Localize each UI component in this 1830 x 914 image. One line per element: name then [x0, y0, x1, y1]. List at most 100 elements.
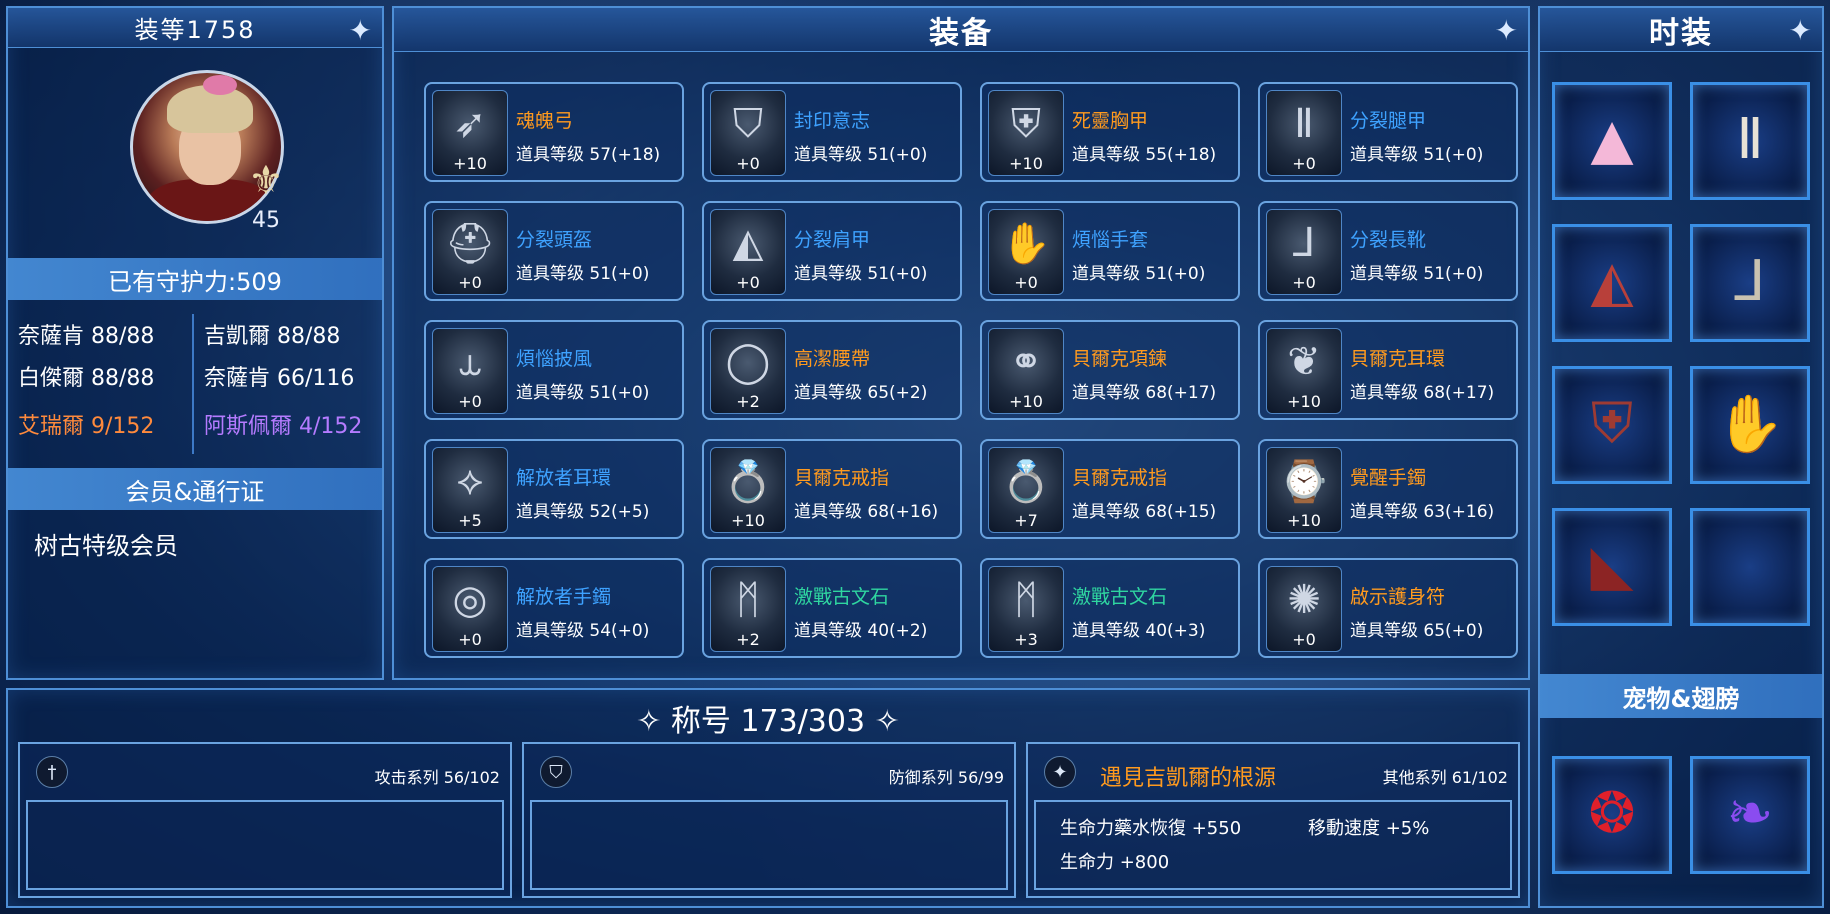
guard-power: 已有守护力:509	[108, 267, 282, 296]
pet-slot[interactable]: ❧	[1690, 756, 1810, 874]
equipment-item-level: 道具等级 57(+18)	[516, 145, 661, 165]
character-panel: 装等1758 ✦ ⚜ 45 已有守护力:509 奈薩肯 88/88 吉凱爾 88…	[6, 6, 384, 680]
fashion-header: 时装 ✦	[1540, 8, 1822, 52]
equipment-name: 啟示護身符	[1350, 586, 1446, 608]
enhance-level: +0	[1292, 273, 1316, 292]
enhance-level: +10	[731, 511, 765, 530]
equipment-item-level: 道具等级 63(+16)	[1350, 502, 1495, 522]
title-effect: 移動速度 +5%	[1308, 818, 1430, 839]
equipment-slot[interactable]: ⛑ +0 分裂頭盔 道具等级 51(+0)	[424, 201, 684, 301]
equipment-header: 装备 ✦	[394, 8, 1528, 52]
enhance-level: +10	[453, 154, 487, 173]
equipment-slot[interactable]: ◎ +0 解放者手鐲 道具等级 54(+0)	[424, 558, 684, 658]
cape-icon: ⥿ +0	[432, 328, 508, 414]
fashion-slot[interactable]: ◣	[1552, 508, 1672, 626]
equipment-name: 封印意志	[794, 110, 871, 132]
equipment-item-level: 道具等级 68(+17)	[1350, 383, 1495, 403]
title-category-card[interactable]: † 攻击系列 56/102	[18, 742, 512, 898]
fashion-slot[interactable]: Ⅱ	[1690, 82, 1810, 200]
fashion-slot[interactable]: ▲	[1552, 82, 1672, 200]
equipment-slot[interactable]: ⌚ +10 覺醒手鐲 道具等级 63(+16)	[1258, 439, 1518, 539]
enhance-level: +0	[458, 392, 482, 411]
equipment-name: 煩惱手套	[1072, 229, 1149, 251]
gear-score: 装等1758	[134, 16, 256, 44]
equipment-slot[interactable]: ⟡ +5 解放者耳環 道具等级 52(+5)	[424, 439, 684, 539]
chest-armor-icon: ⛨ +10	[988, 90, 1064, 176]
earring-icon: ⟡ +5	[432, 447, 508, 533]
equipment-item-level: 道具等级 51(+0)	[794, 264, 928, 284]
shield-icon: ⛉ +0	[710, 90, 786, 176]
bracelet-icon: ◎ +0	[432, 566, 508, 652]
star-icon: ✦	[1044, 756, 1076, 788]
fashion-slot[interactable]: ✋	[1690, 366, 1810, 484]
equipment-name: 分裂頭盔	[516, 229, 593, 251]
fashion-slot[interactable]: ◭	[1552, 224, 1672, 342]
fashion-slot[interactable]: ⅃	[1690, 224, 1810, 342]
boots-icon: ⅃ +0	[1266, 209, 1342, 295]
guard-power-bar: 已有守护力:509	[8, 258, 382, 300]
title-category-count: 防御系列 56/99	[888, 768, 1004, 787]
equipment-slot[interactable]: ✋ +0 煩惱手套 道具等级 51(+0)	[980, 201, 1240, 301]
equipment-slot[interactable]: ✺ +0 啟示護身符 道具等级 65(+0)	[1258, 558, 1518, 658]
equipment-slot[interactable]: 💍 +7 貝爾克戒指 道具等级 68(+15)	[980, 439, 1240, 539]
fashion-panel: 时装 ✦ ▲ Ⅱ ◭ ⅃ ⛨ ✋ ◣ 宠物&翅膀 ❂ ❧	[1538, 6, 1824, 908]
equipment-name: 魂魄弓	[516, 110, 574, 132]
party-hat-icon: ▲	[1590, 107, 1634, 172]
equipment-slot[interactable]: ➶ +10 魂魄弓 道具等级 57(+18)	[424, 82, 684, 182]
equipment-item-level: 道具等级 40(+3)	[1072, 621, 1206, 641]
equipment-name: 激戰古文石	[794, 586, 890, 608]
equipment-name: 煩惱披風	[516, 348, 593, 370]
gear-score-header: 装等1758 ✦	[8, 8, 382, 48]
pet-wings-title: 宠物&翅膀	[1622, 684, 1740, 713]
equipment-title: 装备	[929, 15, 993, 51]
title-effect: 生命力 +800	[1060, 852, 1170, 873]
title-effect: 生命力藥水恢復 +550	[1060, 818, 1242, 839]
equipment-item-level: 道具等级 68(+15)	[1072, 502, 1217, 522]
equipment-item-level: 道具等级 40(+2)	[794, 621, 928, 641]
glove-icon: ✋	[1715, 392, 1785, 457]
earring-icon: ❦ +10	[1266, 328, 1342, 414]
title-category-card[interactable]: ⛉ 防御系列 56/99	[522, 742, 1016, 898]
enhance-level: +10	[1287, 392, 1321, 411]
equipment-item-level: 道具等级 51(+0)	[516, 264, 650, 284]
equipment-slot[interactable]: ❦ +10 貝爾克耳環 道具等级 68(+17)	[1258, 320, 1518, 420]
equipment-slot[interactable]: ᛗ +2 激戰古文石 道具等级 40(+2)	[702, 558, 962, 658]
hood-icon: ◭	[1590, 249, 1634, 314]
fashion-slot[interactable]: ⛨	[1552, 366, 1672, 484]
title-category-count: 其他系列 61/102	[1382, 768, 1508, 787]
robe-icon: ⛨	[1591, 391, 1633, 456]
enhance-level: +10	[1009, 392, 1043, 411]
equipment-slot[interactable]: 💍 +10 貝爾克戒指 道具等级 68(+16)	[702, 439, 962, 539]
pet-slot[interactable]: ❂	[1552, 756, 1672, 874]
fashion-slot[interactable]	[1690, 508, 1810, 626]
equipment-slot[interactable]: ⛨ +10 死靈胸甲 道具等级 55(+18)	[980, 82, 1240, 182]
fashion-title: 时装	[1649, 15, 1713, 51]
divider	[192, 314, 194, 454]
equipment-slot[interactable]: ᛗ +3 激戰古文石 道具等级 40(+3)	[980, 558, 1240, 658]
enhance-level: +2	[736, 392, 760, 411]
sword-icon: †	[36, 756, 68, 788]
equipment-name: 貝爾克項鍊	[1072, 348, 1168, 370]
stat-item: 白傑爾 88/88	[18, 366, 155, 391]
membership-header: 会员&通行证	[8, 468, 382, 510]
belt-icon: ◯ +2	[710, 328, 786, 414]
sparkle-arrow-icon: ✦	[1494, 14, 1520, 47]
equipment-item-level: 道具等级 65(+2)	[794, 383, 928, 403]
equipment-name: 分裂肩甲	[794, 229, 871, 251]
sparkle-arrow-icon: ✦	[348, 14, 374, 47]
title-category-card[interactable]: ✦ 其他系列 61/102 遇見吉凱爾的根源 生命力藥水恢復 +550 移動速度 +5%…	[1026, 742, 1520, 898]
ring-icon: 💍 +10	[710, 447, 786, 533]
equipment-slot[interactable]: ⛉ +0 封印意志 道具等级 51(+0)	[702, 82, 962, 182]
equipment-slot[interactable]: Ⅱ +0 分裂腿甲 道具等级 51(+0)	[1258, 82, 1518, 182]
equipment-slot[interactable]: ◭ +0 分裂肩甲道具等级 51(+0)	[702, 201, 962, 301]
equipment-slot[interactable]: ◯ +2 高潔腰帶 道具等级 65(+2)	[702, 320, 962, 420]
membership-value: 树古特级会员	[34, 532, 178, 560]
equipment-slot[interactable]: ⚭ +10 貝爾克項鍊 道具等级 68(+17)	[980, 320, 1240, 420]
enhance-level: +7	[1014, 511, 1038, 530]
equipment-name: 貝爾克戒指	[794, 467, 890, 489]
shoulder-armor-icon: ◭ +0	[710, 209, 786, 295]
equipment-slot[interactable]: ⥿ +0 煩惱披風道具等级 51(+0)	[424, 320, 684, 420]
equipment-item-level: 道具等级 51(+0)	[1350, 264, 1484, 284]
equipment-item-level: 道具等级 51(+0)	[516, 383, 650, 403]
equipment-slot[interactable]: ⅃ +0 分裂長靴 道具等级 51(+0)	[1258, 201, 1518, 301]
